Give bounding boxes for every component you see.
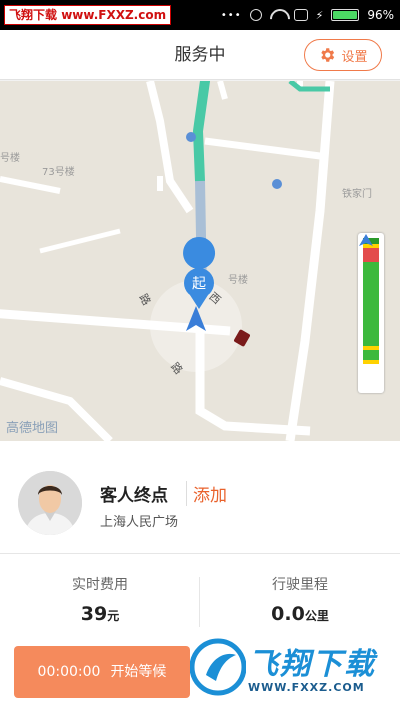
watermark-logo-icon [190,638,246,696]
status-bar: 飞翔下载 www.FXXZ.com ••• ⚡ 96% [0,0,400,30]
map-label-73: 73号楼 [42,167,75,178]
settings-label: 设置 [341,49,368,65]
map-canvas: 起 路 路 西 [0,81,400,441]
destination-label: 客人终点 [100,486,168,506]
map-label-building-2: 号楼 [228,275,248,286]
wait-timer: 00:00:00 [37,664,101,680]
status-icons: ••• ⚡ 96% [221,5,394,25]
mileage-amount: 0.0 [271,603,305,625]
wifi-icon [270,9,286,21]
app-header: 服务中 设置 [0,30,400,80]
mileage-unit: 公里 [304,609,329,623]
start-marker-label: 起 [192,276,206,292]
fee-unit: 元 [107,609,120,623]
navigation-arrow-icon [359,234,373,246]
watermark-top-url: www.FXXZ.com [61,8,167,22]
user-avatar-icon [18,471,82,535]
divider [0,553,400,554]
destination-place: 上海人民广场 [100,515,179,530]
watermark-top-brand: 飞翔下载 [9,8,58,22]
fee-value: 39元 [0,603,200,625]
app-screen: 飞翔下载 www.FXXZ.com ••• ⚡ 96% 服务中 设置 起 路 路… [0,0,400,709]
fee-label: 实时费用 [72,577,128,593]
watermark-logo-text: 飞翔下载 [248,647,376,682]
watermark-url: WWW.FXXZ.COM [248,681,365,694]
map-label-building: 号楼 [0,153,20,164]
traffic-progress-bar [358,233,384,393]
start-waiting-label: 开始等候 [110,664,167,680]
more-dots-icon: ••• [220,9,242,21]
charging-icon: ⚡ [315,8,324,22]
start-waiting-button[interactable]: 00:00:00 开始等候 [14,646,190,698]
sim-icon [293,9,308,21]
alarm-icon [249,9,262,21]
settings-button[interactable]: 设置 [304,39,382,71]
battery-icon [331,9,360,21]
watermark-bottom: 飞翔下载 WWW.FXXZ.COM [190,633,390,703]
mileage-value: 0.0公里 [200,603,400,625]
map-provider-logo: 高德地图 [6,421,59,436]
watermark-top: 飞翔下载 www.FXXZ.com [4,5,172,25]
avatar [18,471,82,535]
add-destination-link[interactable]: 添加 [186,481,227,506]
battery-percent: 96% [367,8,394,22]
map-view[interactable]: 起 路 路 西 号楼 73号楼 铁家门 号楼 高德地图 [0,81,400,441]
fee-amount: 39 [80,603,108,625]
gear-icon [321,48,335,62]
mileage-label: 行驶里程 [272,577,328,593]
map-label-gate: 铁家门 [342,189,372,200]
